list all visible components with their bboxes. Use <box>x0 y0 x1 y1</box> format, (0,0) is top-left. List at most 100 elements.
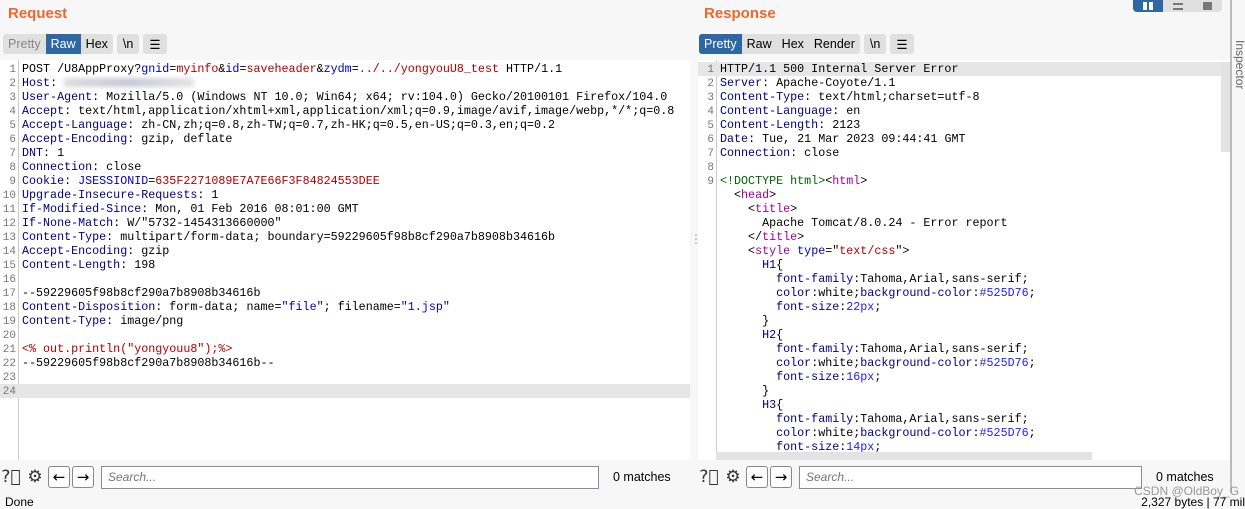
code-line: 5 Content-Length: 2123 <box>698 118 1230 132</box>
code-line: 16 <box>0 272 690 286</box>
line-number: 20 <box>2 330 16 342</box>
tab-pretty[interactable]: Pretty <box>699 34 742 54</box>
code-token: font-size <box>776 300 840 314</box>
gear-icon[interactable]: ⚙ <box>24 466 46 488</box>
code-text: font-family:Tahoma,Arial,sans-serif; <box>717 342 1029 356</box>
code-token: : Apache-Coyote/1.1 <box>762 76 896 90</box>
line-number: 18 <box>2 302 16 314</box>
code-token: : multipart/form-data; boundary=59229605… <box>106 230 556 244</box>
next-match-button[interactable]: → <box>770 466 792 488</box>
response-editor[interactable]: 1 HTTP/1.1 500 Internal Server Error 2 Serv… <box>698 60 1230 460</box>
code-token: zydm <box>323 62 352 76</box>
tab-hex[interactable]: Hex <box>81 34 113 54</box>
code-line: Apache Tomcat/8.0.24 - Error report <box>698 216 1230 230</box>
response-search-input[interactable] <box>799 465 1142 489</box>
request-match-count: 0 matches <box>613 470 671 484</box>
tab-raw[interactable]: Raw <box>45 34 81 54</box>
request-view-tabs: Pretty Raw Hex <box>3 34 113 54</box>
code-token: & <box>316 62 324 76</box>
code-token: "> <box>895 244 910 258</box>
status-text: Done <box>5 495 34 509</box>
code-token: style <box>755 244 791 258</box>
line-number: 12 <box>2 218 16 230</box>
code-token: font-family <box>776 342 854 356</box>
line-number: 11 <box>2 204 16 216</box>
help-icon[interactable]: ?⃝ <box>0 466 22 488</box>
tab-pretty[interactable]: Pretty <box>3 34 46 54</box>
code-token: ; <box>1028 356 1036 370</box>
code-line: } <box>698 314 1230 328</box>
code-token: H3 <box>762 398 777 412</box>
newline-toggle-button[interactable]: \n <box>863 34 887 54</box>
hamburger-icon[interactable]: ☰ <box>143 34 167 54</box>
code-token: Content-Language <box>720 104 833 118</box>
code-token: color <box>776 426 812 440</box>
line-number: 22 <box>2 358 16 370</box>
inspector-label: Inspector <box>1233 40 1245 90</box>
code-text: If-Modified-Since: Mon, 01 Feb 2016 08:0… <box>19 202 359 216</box>
gear-icon[interactable]: ⚙ <box>722 466 744 488</box>
code-token: Accept-Encoding <box>22 244 128 258</box>
line-number: 1 <box>707 64 714 76</box>
code-token: 635F2271089E7A7E66F3F84824553DEE <box>155 174 380 188</box>
vertical-scrollbar[interactable] <box>1221 62 1230 152</box>
previous-match-button[interactable]: ← <box>746 466 768 488</box>
newline-toggle-button[interactable]: \n <box>116 34 140 54</box>
code-token: : <box>50 76 65 90</box>
code-token: Content-Type <box>22 314 107 328</box>
code-token: : <box>972 356 980 370</box>
code-token: DNT <box>22 146 44 160</box>
tab-render[interactable]: Render <box>809 34 860 54</box>
line-number: 17 <box>2 288 16 300</box>
line-number: 13 <box>2 232 16 244</box>
code-text: Accept-Encoding: gzip, deflate <box>19 132 232 146</box>
line-number: 8 <box>9 162 16 174</box>
code-text: Content-Language: en <box>717 104 860 118</box>
code-token: > <box>790 202 798 216</box>
code-line: 17 --59229605f98b8cf290a7b8908b34616b <box>0 286 690 300</box>
code-line: 14 Accept-Encoding: gzip <box>0 244 690 258</box>
code-line: 1 HTTP/1.1 500 Internal Server Error <box>698 62 1230 76</box>
help-icon[interactable]: ?⃝ <box>698 466 720 488</box>
previous-match-button[interactable]: ← <box>48 466 70 488</box>
code-text: POST /U8AppProxy?gnid=myinfo&id=savehead… <box>19 62 562 76</box>
line-number: 3 <box>9 92 16 104</box>
code-token: font-family <box>776 412 854 426</box>
code-token: : gzip, deflate <box>127 132 233 146</box>
line-number: 9 <box>9 176 16 188</box>
code-token: :Tahoma,Arial,sans-serif; <box>853 272 1029 286</box>
code-token: = <box>351 62 359 76</box>
next-match-button[interactable]: → <box>72 466 94 488</box>
code-text: font-size:22px; <box>717 300 881 314</box>
code-text: --59229605f98b8cf290a7b8908b34616b-- <box>19 356 275 370</box>
line-number: 24 <box>2 386 16 398</box>
code-line: <title> <box>698 202 1230 216</box>
code-token: : <box>972 426 980 440</box>
code-text: } <box>717 314 769 328</box>
code-token: Content-Type <box>22 230 107 244</box>
code-token: type <box>797 244 826 258</box>
line-number: 8 <box>707 162 714 174</box>
line-number: 4 <box>9 106 16 118</box>
code-text: Accept-Language: zh-CN,zh;q=0.8,zh-TW;q=… <box>19 118 555 132</box>
tab-hex[interactable]: Hex <box>777 34 809 54</box>
inspector-sidebar[interactable]: Inspector <box>1230 0 1245 492</box>
code-token: Cookie <box>22 174 65 188</box>
line-number: 21 <box>2 344 16 356</box>
code-token: saveheader <box>246 62 317 76</box>
code-token: < <box>720 202 756 216</box>
code-token: 22px <box>846 300 875 314</box>
code-token: { <box>776 328 784 342</box>
request-search-input[interactable] <box>101 465 599 489</box>
request-search-bar: ?⃝ ⚙ ← → 0 matches <box>0 465 690 489</box>
tab-raw[interactable]: Raw <box>742 34 777 54</box>
code-text: Cookie: JSESSIONID=635F2271089E7A7E66F3F… <box>19 174 380 188</box>
hamburger-icon[interactable]: ☰ <box>890 34 914 54</box>
horizontal-scrollbar[interactable] <box>716 452 1092 460</box>
request-editor[interactable]: 1 POST /U8AppProxy?gnid=myinfo&id=savehea… <box>0 60 690 460</box>
